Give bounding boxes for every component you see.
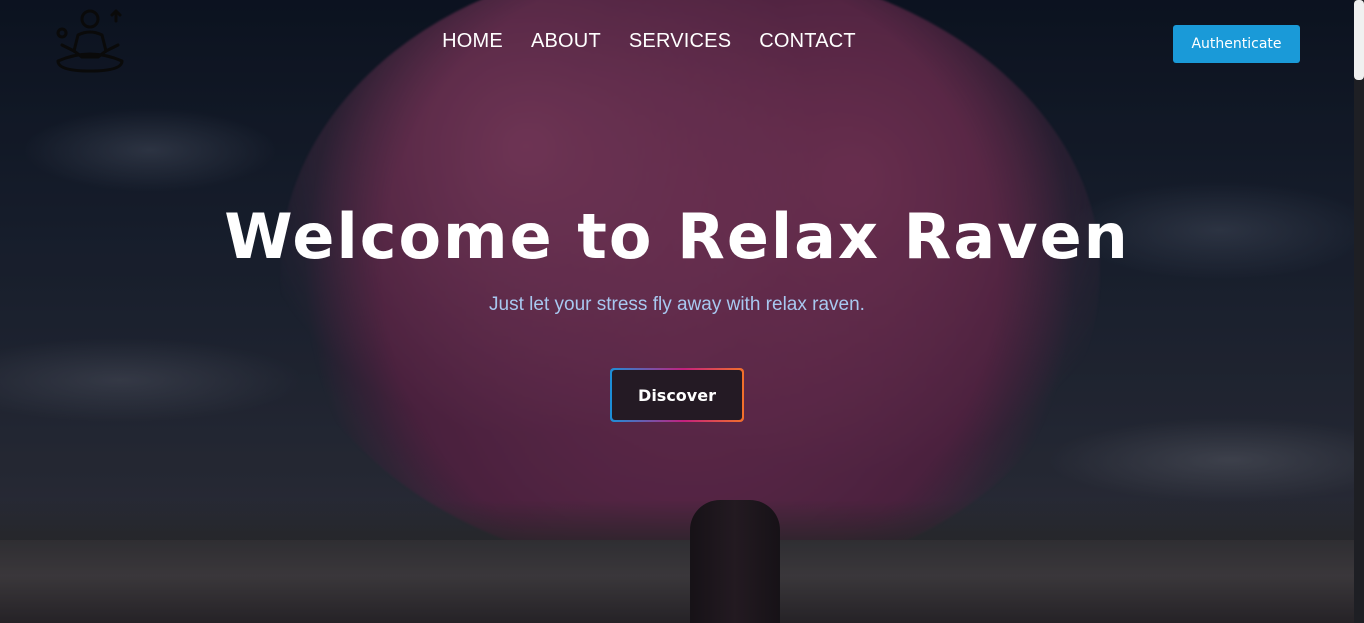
nav-about[interactable]: ABOUT bbox=[531, 30, 601, 53]
nav-list: HOME ABOUT SERVICES CONTACT bbox=[442, 30, 856, 53]
authenticate-button[interactable]: Authenticate bbox=[1173, 25, 1300, 63]
hero-subtitle: Just let your stress fly away with relax… bbox=[489, 294, 865, 315]
scrollbar-track[interactable] bbox=[1354, 0, 1364, 623]
discover-button[interactable]: Discover bbox=[612, 370, 742, 420]
nav-services[interactable]: SERVICES bbox=[629, 30, 731, 53]
nav-home[interactable]: HOME bbox=[442, 30, 503, 53]
nav-contact[interactable]: CONTACT bbox=[759, 30, 856, 53]
scrollbar-thumb[interactable] bbox=[1354, 0, 1364, 80]
main-nav: HOME ABOUT SERVICES CONTACT bbox=[0, 30, 1354, 53]
discover-button-border: Discover bbox=[610, 368, 744, 422]
hero-title: Welcome to Relax Raven bbox=[224, 200, 1130, 273]
